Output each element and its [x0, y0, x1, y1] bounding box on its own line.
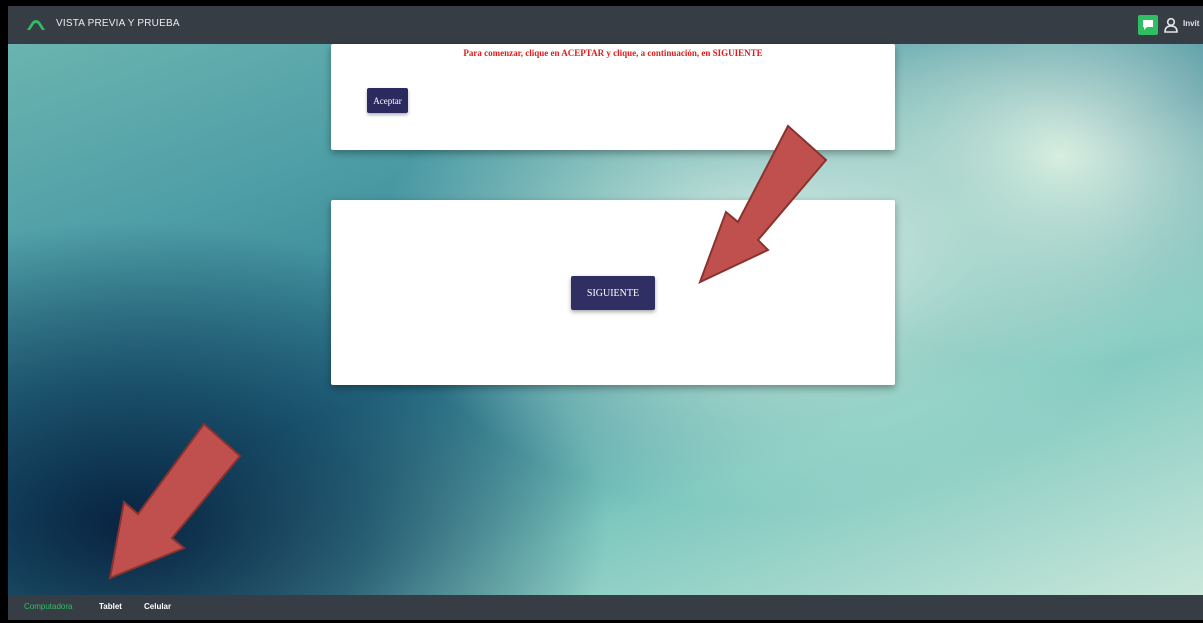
preview-screen: VISTA PREVIA Y PRUEBA Invit Para comenza…	[8, 6, 1203, 620]
pointer-arrow-icon	[698, 124, 828, 284]
device-bar: Computadora Tablet Celular	[8, 595, 1203, 620]
device-tab-mobile[interactable]: Celular	[144, 602, 171, 611]
next-button[interactable]: SIGUIENTE	[571, 276, 655, 310]
invite-button[interactable]: Invit	[1161, 15, 1203, 35]
chat-button[interactable]	[1138, 15, 1158, 35]
accept-button[interactable]: Aceptar	[367, 88, 408, 113]
device-tab-tablet[interactable]: Tablet	[99, 602, 122, 611]
arch-logo-icon	[27, 20, 45, 30]
app-title: VISTA PREVIA Y PRUEBA	[56, 18, 180, 29]
instruction-text: Para comenzar, clique en ACEPTAR y cliqu…	[463, 48, 763, 58]
top-bar: VISTA PREVIA Y PRUEBA Invit	[8, 6, 1203, 44]
chat-bubble-icon	[1143, 20, 1153, 30]
user-icon	[1164, 17, 1178, 33]
screenshot-frame: VISTA PREVIA Y PRUEBA Invit Para comenza…	[0, 0, 1203, 623]
pointer-arrow-icon	[108, 422, 242, 580]
device-tab-computer[interactable]: Computadora	[24, 602, 72, 611]
invite-label: Invit	[1183, 19, 1200, 28]
